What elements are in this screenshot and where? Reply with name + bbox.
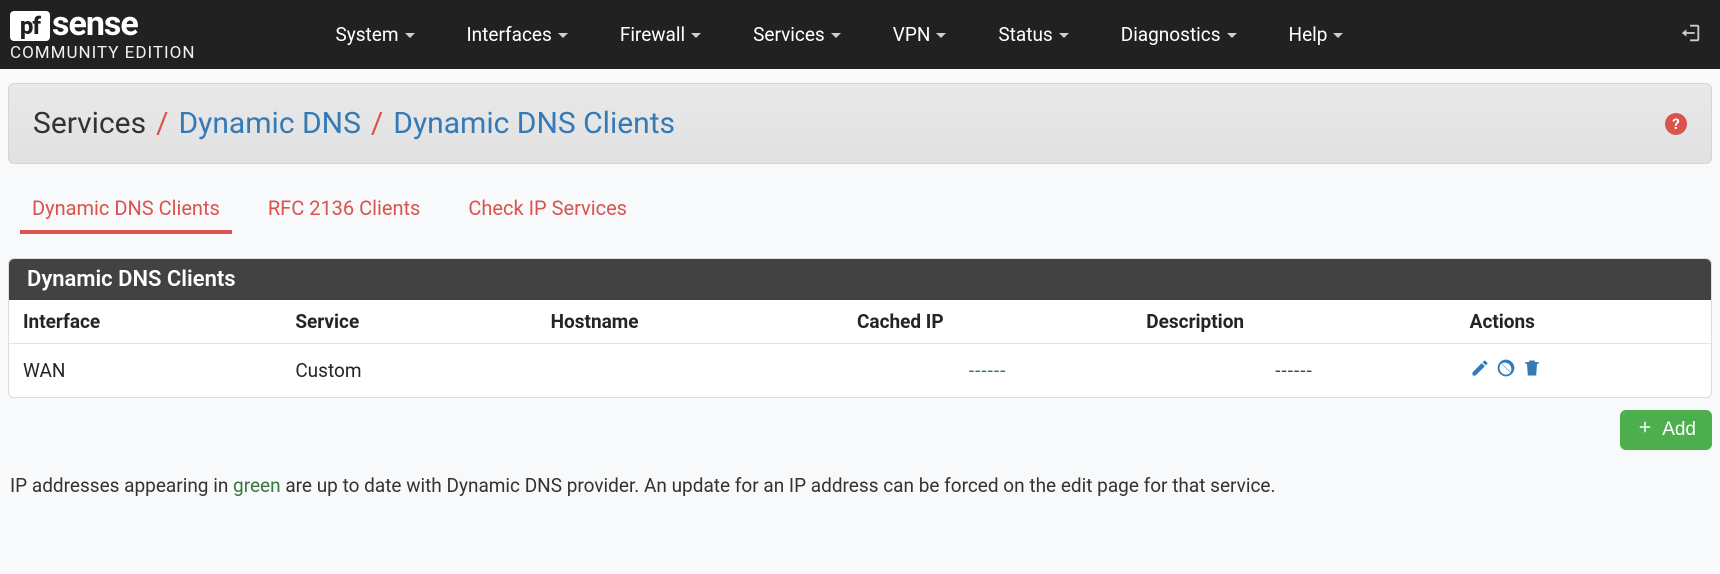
breadcrumb-leaf[interactable]: Dynamic DNS Clients (393, 106, 675, 141)
logout-icon[interactable] (1680, 22, 1702, 48)
add-button-row: Add (8, 398, 1712, 450)
col-cached-ip: Cached IP (843, 300, 1132, 344)
table-header-row: Interface Service Hostname Cached IP Des… (9, 300, 1711, 344)
cell-interface: WAN (9, 344, 281, 398)
nav-item-services[interactable]: Services (753, 23, 841, 46)
cell-description: ------ (1275, 359, 1313, 382)
nav-item-vpn[interactable]: VPN (893, 23, 947, 46)
col-service: Service (281, 300, 536, 344)
caret-down-icon (1333, 33, 1343, 38)
col-actions: Actions (1456, 300, 1711, 344)
breadcrumb-root[interactable]: Services (33, 106, 146, 141)
brand-logo-sense: sense (52, 7, 138, 41)
brand-block[interactable]: pfsense COMMUNITY EDITION (0, 7, 235, 62)
cell-service: Custom (281, 344, 536, 398)
tab-rfc2136-clients[interactable]: RFC 2136 Clients (268, 196, 421, 234)
breadcrumb-separator: / (156, 106, 168, 141)
caret-down-icon (1059, 33, 1069, 38)
delete-icon[interactable] (1522, 358, 1542, 383)
nav-item-help[interactable]: Help (1289, 23, 1344, 46)
nav-item-label: Interfaces (467, 23, 552, 46)
nav-item-label: VPN (893, 23, 931, 46)
nav-item-label: System (335, 23, 398, 46)
top-navbar: pfsense COMMUNITY EDITION System Interfa… (0, 0, 1720, 69)
panel-title: Dynamic DNS Clients (9, 259, 1711, 300)
brand-logo: pfsense (10, 7, 195, 41)
edit-icon[interactable] (1470, 358, 1490, 383)
cell-cached-ip: ------ (969, 359, 1007, 382)
tab-check-ip-services[interactable]: Check IP Services (468, 196, 627, 234)
breadcrumb-mid[interactable]: Dynamic DNS (178, 106, 360, 141)
page-content: Services / Dynamic DNS / Dynamic DNS Cli… (0, 69, 1720, 497)
caret-down-icon (405, 33, 415, 38)
col-interface: Interface (9, 300, 281, 344)
breadcrumb-box: Services / Dynamic DNS / Dynamic DNS Cli… (8, 83, 1712, 164)
tab-label: Check IP Services (468, 196, 627, 220)
caret-down-icon (936, 33, 946, 38)
nav-item-label: Services (753, 23, 825, 46)
brand-logo-pf: pf (10, 11, 50, 41)
help-icon[interactable]: ? (1665, 113, 1687, 135)
caret-down-icon (1227, 33, 1237, 38)
row-actions (1470, 358, 1697, 383)
footer-hint: IP addresses appearing in green are up t… (8, 450, 1712, 497)
col-hostname: Hostname (537, 300, 843, 344)
nav-item-interfaces[interactable]: Interfaces (467, 23, 568, 46)
nav-item-system[interactable]: System (335, 23, 414, 46)
caret-down-icon (558, 33, 568, 38)
nav-item-label: Status (998, 23, 1052, 46)
hint-post: are up to date with Dynamic DNS provider… (281, 474, 1276, 497)
clients-table: Interface Service Hostname Cached IP Des… (9, 300, 1711, 397)
nav-item-label: Help (1289, 23, 1328, 46)
col-description: Description (1132, 300, 1455, 344)
disable-icon[interactable] (1496, 358, 1516, 383)
cell-hostname (537, 344, 843, 398)
breadcrumb-separator: / (371, 106, 383, 141)
hint-green: green (233, 474, 281, 497)
brand-edition: COMMUNITY EDITION (10, 45, 195, 62)
tab-label: RFC 2136 Clients (268, 196, 421, 220)
nav-item-label: Diagnostics (1121, 23, 1221, 46)
nav-items: System Interfaces Firewall Services VPN … (335, 0, 1343, 69)
nav-item-label: Firewall (620, 23, 685, 46)
nav-item-status[interactable]: Status (998, 23, 1068, 46)
breadcrumb: Services / Dynamic DNS / Dynamic DNS Cli… (33, 106, 675, 141)
nav-item-diagnostics[interactable]: Diagnostics (1121, 23, 1237, 46)
caret-down-icon (831, 33, 841, 38)
tab-dynamic-dns-clients[interactable]: Dynamic DNS Clients (32, 196, 220, 234)
caret-down-icon (691, 33, 701, 38)
tab-bar: Dynamic DNS Clients RFC 2136 Clients Che… (8, 164, 1712, 234)
table-row: WAN Custom ------ ------ (9, 344, 1711, 398)
plus-icon (1636, 418, 1654, 442)
tab-label: Dynamic DNS Clients (32, 196, 220, 220)
add-button[interactable]: Add (1620, 410, 1712, 450)
panel-dynamic-dns-clients: Dynamic DNS Clients Interface Service Ho… (8, 258, 1712, 398)
nav-item-firewall[interactable]: Firewall (620, 23, 701, 46)
hint-pre: IP addresses appearing in (10, 474, 233, 497)
add-button-label: Add (1662, 419, 1696, 441)
